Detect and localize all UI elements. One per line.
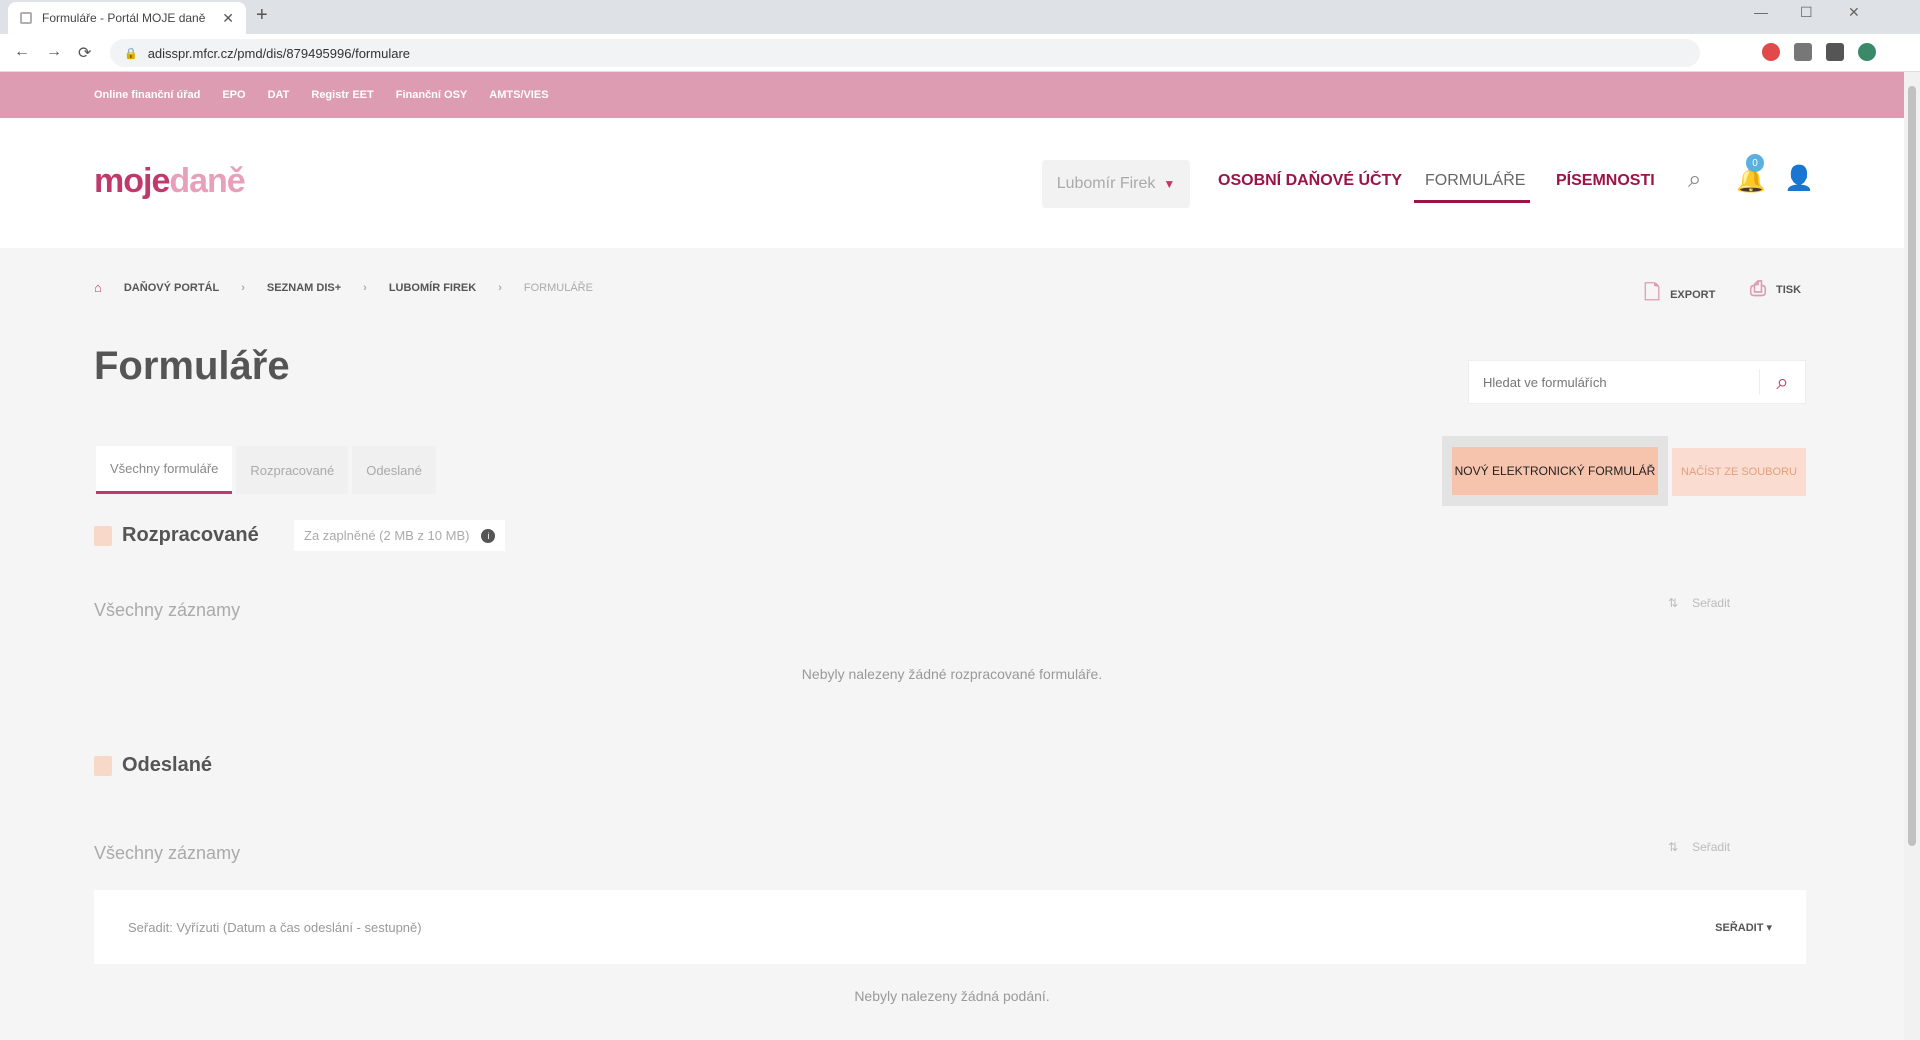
home-icon[interactable]: ⌂	[94, 280, 102, 295]
page-title: Formuláře	[94, 344, 290, 388]
user-icon[interactable]: 👤	[1784, 164, 1814, 193]
search-icon[interactable]: ⌕	[1759, 369, 1805, 395]
sort-label: Seřadit	[1692, 596, 1731, 610]
breadcrumb-item[interactable]: SEZNAM DIS+	[267, 282, 341, 294]
url-text: adisspr.mfcr.cz/pmd/dis/879495996/formul…	[147, 45, 411, 61]
scrollbar-thumb[interactable]	[1908, 86, 1916, 846]
sent-filter-row: Seřadit: Vyřízuti (Datum a čas odeslání …	[94, 890, 1806, 964]
sort-icon: ⇅	[1668, 840, 1679, 854]
nav-forms[interactable]: FORMULÁŘE	[1425, 172, 1525, 190]
strip-link[interactable]: EPO	[222, 89, 245, 101]
drafts-title: Rozpracované	[122, 524, 259, 546]
browser-tab[interactable]: Formuláře - Portál MOJE daně ✕	[8, 2, 246, 34]
filter-sort-dropdown[interactable]: SEŘADIT ▾	[1715, 921, 1772, 934]
breadcrumb-current: FORMULÁŘE	[523, 281, 593, 294]
sent-empty-message: Nebyly nalezeny žádná podání.	[854, 988, 1050, 1004]
page-scrollbar[interactable]	[1904, 72, 1920, 1040]
tab-sent[interactable]: Odeslané	[352, 446, 436, 494]
drafts-empty-message: Nebyly nalezeny žádné rozpracované formu…	[801, 666, 1103, 682]
top-links-strip: Online finanční úřad EPO DAT Registr EET…	[0, 72, 1904, 118]
address-bar: ← → ⟳ 🔒 adisspr.mfcr.cz/pmd/dis/87949599…	[0, 34, 1920, 72]
sent-records-label: Všechny záznamy	[94, 843, 241, 863]
sort-label: Seřadit	[1692, 840, 1731, 854]
sent-heading: Odeslané	[94, 754, 212, 777]
sort-icon: ⇅	[1668, 596, 1679, 610]
sent-sort[interactable]: ⇅ Seřadit	[1668, 840, 1730, 854]
site-header: mojedaně Lubomír Firek ▼ OSOBNÍ DAŇOVÉ Ú…	[0, 118, 1904, 248]
nav-documents[interactable]: PÍSEMNOSTI	[1556, 172, 1655, 190]
breadcrumb-separator: ›	[498, 281, 502, 294]
profile-name: Lubomír Firek	[1056, 175, 1156, 192]
breadcrumb-item[interactable]: LUBOMÍR FIREK	[389, 282, 476, 294]
info-icon[interactable]: i	[481, 528, 496, 543]
printer-icon: ⎙	[1750, 278, 1766, 300]
tab-close-icon[interactable]: ✕	[222, 10, 234, 27]
new-electronic-form-button[interactable]: NOVÝ ELEKTRONICKÝ FORMULÁŘ	[1452, 447, 1658, 495]
minimize-icon[interactable]: —	[1754, 4, 1768, 20]
extension-icon[interactable]	[1794, 43, 1812, 61]
forward-icon[interactable]: →	[46, 43, 62, 61]
new-tab-icon[interactable]: +	[256, 4, 268, 27]
search-input[interactable]	[1469, 361, 1759, 403]
export-link[interactable]: 🗋 EXPORT	[1644, 278, 1715, 312]
envelope-icon	[94, 755, 112, 776]
lock-icon: 🔒	[124, 47, 138, 60]
strip-link[interactable]: AMTS/VIES	[489, 89, 548, 101]
new-form-focus-ring: NOVÝ ELEKTRONICKÝ FORMULÁŘ	[1442, 436, 1668, 506]
browser-tab-bar: Formuláře - Portál MOJE daně ✕ + — ☐ ✕	[0, 0, 1920, 34]
drafts-records-label: Všechny záznamy	[94, 600, 241, 620]
nav-active-indicator	[1414, 200, 1530, 203]
chevron-down-icon: ▼	[1163, 177, 1176, 191]
extension-icon[interactable]	[1762, 43, 1780, 61]
tab-all-forms[interactable]: Všechny formuláře	[96, 446, 233, 494]
back-icon[interactable]: ←	[14, 43, 30, 61]
tab-title: Formuláře - Portál MOJE daně	[42, 11, 206, 25]
favicon-icon	[20, 12, 32, 24]
notification-badge: 0	[1746, 154, 1764, 172]
file-icon: 🗋	[1644, 282, 1661, 304]
strip-link[interactable]: Online finanční úřad	[94, 89, 200, 101]
storage-usage: Za zaplněné (2 MB z 10 MB) i	[294, 520, 506, 551]
window-close-icon[interactable]: ✕	[1848, 4, 1860, 21]
storage-text: Za zaplněné (2 MB z 10 MB)	[304, 528, 470, 543]
strip-link[interactable]: DAT	[268, 89, 290, 101]
drafts-sort[interactable]: ⇅ Seřadit	[1668, 596, 1730, 610]
reload-icon[interactable]: ⟳	[78, 43, 91, 63]
profile-select[interactable]: Lubomír Firek ▼	[1042, 160, 1190, 208]
search-icon[interactable]: ⌕	[1688, 166, 1701, 194]
avatar[interactable]	[1858, 43, 1876, 61]
clipboard-icon	[94, 525, 112, 546]
tab-drafts[interactable]: Rozpracované	[236, 446, 349, 494]
drafts-heading: Rozpracované	[94, 524, 259, 547]
nav-accounts[interactable]: OSOBNÍ DAŇOVÉ ÚČTY	[1218, 172, 1402, 190]
breadcrumb-separator: ›	[241, 281, 245, 294]
puzzle-icon[interactable]	[1826, 43, 1844, 61]
url-field[interactable]: 🔒 adisspr.mfcr.cz/pmd/dis/879495996/form…	[110, 39, 1700, 67]
form-tabs: Všechny formuláře Rozpracované Odeslané	[96, 446, 436, 494]
load-from-file-button[interactable]: NAČÍST ZE SOUBORU	[1672, 448, 1806, 496]
strip-link[interactable]: Finanční OSY	[396, 89, 468, 101]
breadcrumb: ⌂ DAŇOVÝ PORTÁL › SEZNAM DIS+ › LUBOMÍR …	[94, 280, 593, 295]
print-label: TISK	[1776, 283, 1802, 296]
export-label: EXPORT	[1670, 289, 1716, 301]
site-logo[interactable]: mojedaně	[94, 162, 246, 201]
sent-title: Odeslané	[122, 754, 213, 776]
breadcrumb-item[interactable]: DAŇOVÝ PORTÁL	[124, 282, 219, 294]
print-link[interactable]: ⎙ TISK	[1750, 278, 1801, 301]
search-box: ⌕	[1468, 360, 1806, 404]
strip-link[interactable]: Registr EET	[311, 89, 373, 101]
filter-text: Seřadit: Vyřízuti (Datum a čas odeslání …	[128, 919, 422, 935]
maximize-icon[interactable]: ☐	[1800, 4, 1813, 21]
breadcrumb-separator: ›	[363, 281, 367, 294]
